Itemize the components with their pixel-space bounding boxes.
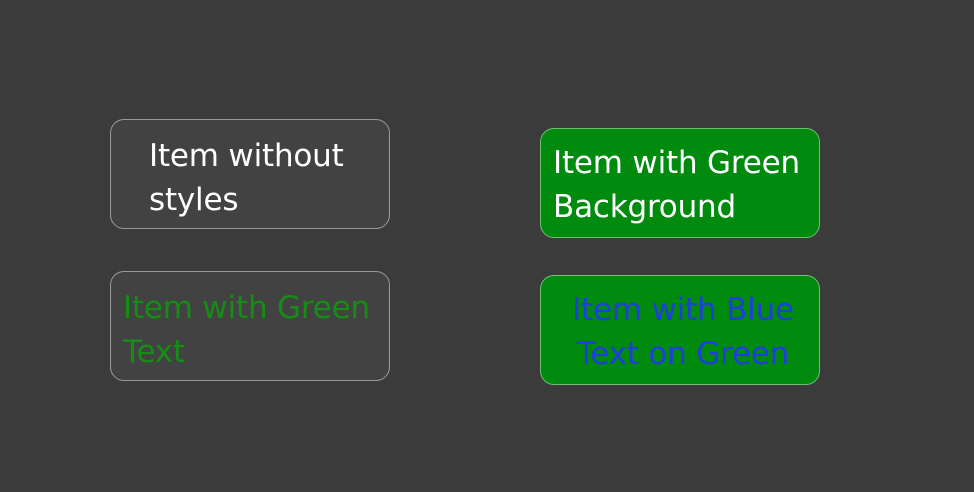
item-with-blue-text-on-green[interactable]: Item with Blue Text on Green [540,275,820,385]
item-with-blue-text-on-green-label: Item with Blue Text on Green [572,292,794,372]
item-with-green-background-label: Item with Green Background [553,145,800,225]
item-with-green-text-label: Item with Green Text [123,290,370,370]
item-with-green-text[interactable]: Item with Green Text [110,271,390,381]
item-without-styles-label: Item without styles [149,138,344,218]
item-with-green-background[interactable]: Item with Green Background [540,128,820,238]
item-without-styles[interactable]: Item without styles [110,119,390,229]
